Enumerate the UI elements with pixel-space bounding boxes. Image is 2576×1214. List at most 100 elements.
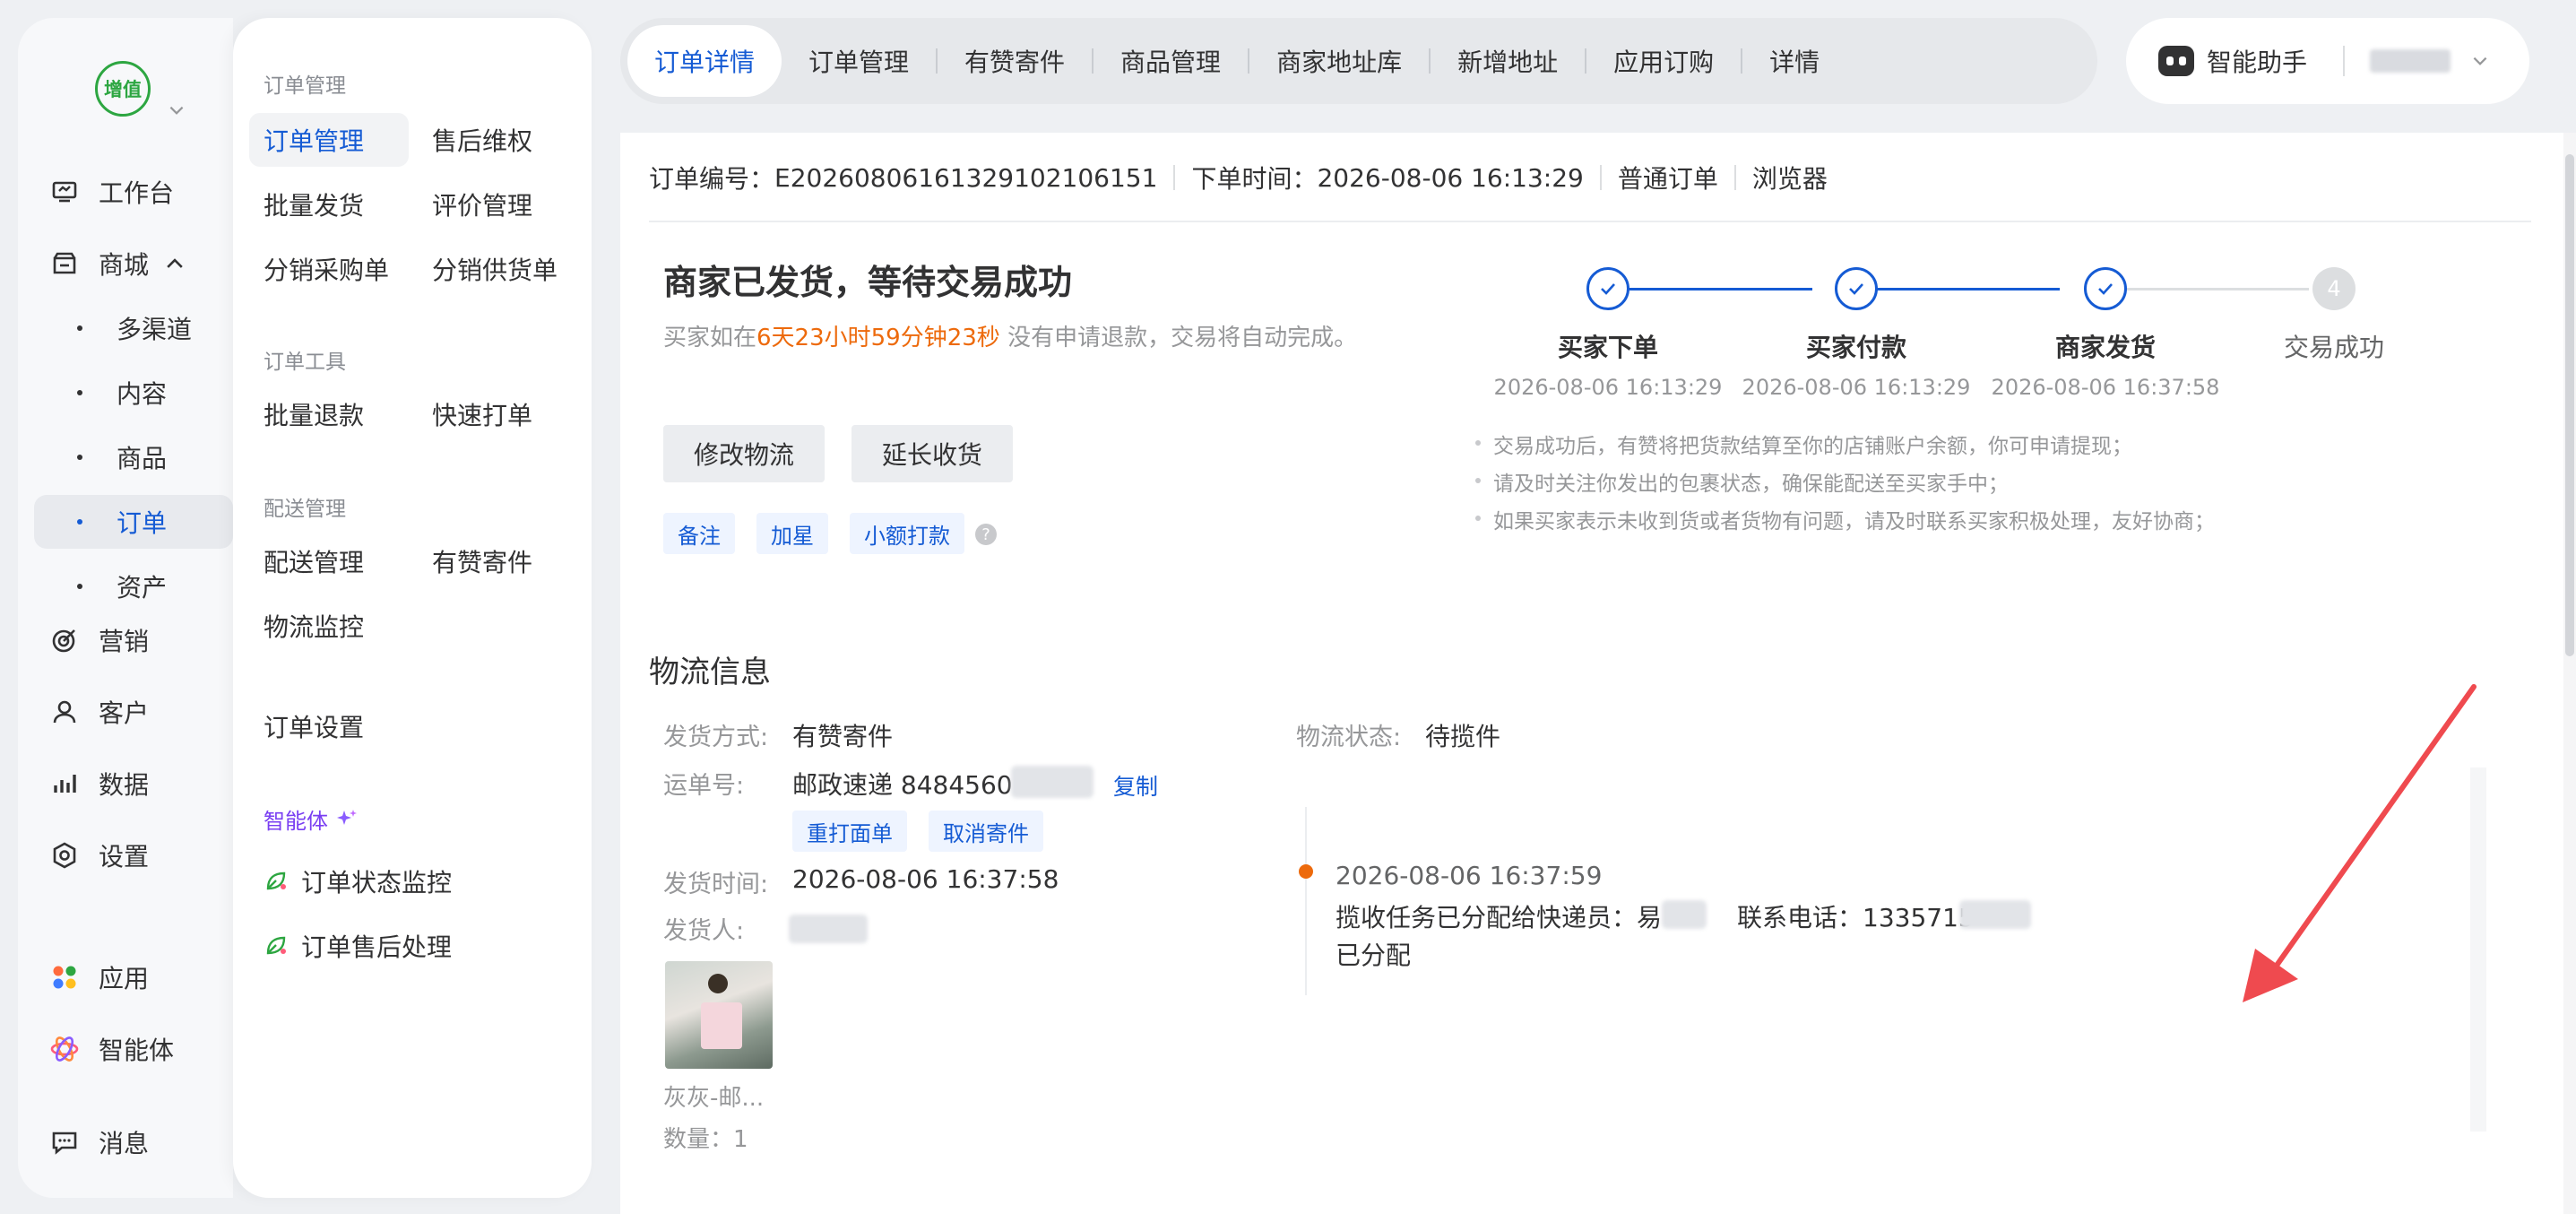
subnav-dist-supply[interactable]: 分销供货单 — [432, 242, 558, 296]
sparkle-icon — [337, 809, 357, 825]
redacted-phone — [1959, 900, 2031, 929]
ai-item-after-sales-handle[interactable]: 订单售后处理 — [264, 924, 452, 968]
sidebar-item-apps[interactable]: 应用 — [18, 950, 233, 1004]
chevron-down-icon[interactable] — [167, 100, 186, 120]
divider — [2343, 46, 2346, 76]
extend-receipt-button[interactable]: 延长收货 — [851, 425, 1014, 482]
step-number-4: 4 — [2312, 267, 2356, 310]
small-payment-button[interactable]: 小额打款 — [850, 513, 964, 554]
group-title-order-mgmt: 订单管理 — [264, 74, 346, 98]
subnav-order-settings[interactable]: 订单设置 — [264, 699, 364, 753]
product-qty: 数量：1 — [663, 1126, 748, 1153]
step-label-completed: 交易成功 — [2283, 333, 2384, 362]
step-time-shipped: 2026-08-06 16:37:58 — [1991, 375, 2220, 400]
reprint-label-button[interactable]: 重打面单 — [792, 811, 907, 852]
message-icon — [48, 1126, 81, 1158]
timeline-dot — [1299, 864, 1313, 879]
sidebar-item-messages[interactable]: 消息 — [18, 1115, 233, 1169]
order-time: 2026-08-06 16:13:29 — [1317, 162, 1584, 193]
sidebar-item-settings[interactable]: 设置 — [18, 828, 233, 882]
sidebar-item-workbench[interactable]: 工作台 — [18, 165, 233, 219]
tab-details[interactable]: 详情 — [1742, 25, 1846, 97]
shop-logo[interactable]: 增值 — [95, 61, 151, 117]
sidebar-item-agent[interactable]: 智能体 — [18, 1022, 233, 1076]
order-number: E20260806161329102106151 — [774, 162, 1158, 193]
tab-youzan-ship[interactable]: 有赞寄件 — [938, 25, 1092, 97]
order-status-desc: 买家如在6天23小时59分钟23秒 没有申请退款，交易将自动完成。 — [663, 325, 1358, 351]
step-label-paid: 买家付款 — [1805, 333, 1906, 362]
check-icon — [1835, 267, 1878, 310]
ai-leaf-icon — [266, 936, 286, 955]
sidebar-item-marketing[interactable]: 营销 — [18, 613, 233, 667]
atom-icon — [48, 1033, 81, 1065]
timeline-event-desc: 揽收任务已分配给快递员：易 — [1336, 903, 1663, 932]
tab-order-detail[interactable]: 订单详情 — [627, 25, 782, 97]
step-connector — [2126, 288, 2309, 290]
group-title-order-tools: 订单工具 — [264, 351, 346, 374]
order-detail-panel: 订单编号： E20260806161329102106151 下单时间： 202… — [620, 133, 2576, 1214]
product-thumbnail[interactable] — [665, 961, 773, 1069]
order-type: 普通订单 — [1617, 164, 1718, 194]
step-label-ordered: 买家下单 — [1557, 333, 1658, 362]
primary-sidebar: 增值 工作台 商城 多渠道 内容 商品 订单 资产 营销 客户 数据 设置 应用… — [18, 18, 233, 1198]
timeline-event-time: 2026-08-06 16:37:59 — [1336, 861, 1603, 890]
sidebar-subitem-orders[interactable]: 订单 — [34, 495, 233, 549]
sidebar-subitem-multichannel[interactable]: 多渠道 — [34, 301, 233, 355]
tab-order-mgmt[interactable]: 订单管理 — [782, 25, 936, 97]
subnav-after-sales[interactable]: 售后维权 — [432, 113, 532, 167]
modify-logistics-button[interactable]: 修改物流 — [663, 425, 826, 482]
check-icon — [2084, 267, 2127, 310]
page-tabs: 订单详情 订单管理 有赞寄件 商品管理 商家地址库 新增地址 应用订购 详情 — [620, 18, 2097, 104]
subnav-batch-refund[interactable]: 批量退款 — [264, 387, 364, 441]
sidebar-item-data[interactable]: 数据 — [18, 757, 233, 811]
subnav-dist-purchase[interactable]: 分销采购单 — [264, 242, 389, 296]
product-name[interactable]: 灰灰-邮... — [663, 1080, 764, 1113]
tab-address-book[interactable]: 商家地址库 — [1249, 25, 1429, 97]
sidebar-subitem-goods[interactable]: 商品 — [34, 430, 233, 484]
ai-item-order-status-monitor[interactable]: 订单状态监控 — [264, 859, 452, 904]
tab-goods-mgmt[interactable]: 商品管理 — [1094, 25, 1248, 97]
scrollbar-thumb[interactable] — [2565, 154, 2574, 656]
chevron-up-icon — [167, 258, 183, 268]
ai-leaf-icon — [266, 871, 286, 890]
workbench-icon — [48, 176, 81, 208]
target-icon — [48, 624, 81, 656]
order-meta: 订单编号： E20260806161329102106151 下单时间： 202… — [649, 160, 1828, 195]
help-icon[interactable]: ? — [975, 524, 997, 545]
cancel-shipment-button[interactable]: 取消寄件 — [929, 811, 1043, 852]
subnav-order-mgmt[interactable]: 订单管理 — [249, 113, 409, 167]
sidebar-item-customers[interactable]: 客户 — [18, 685, 233, 739]
ai-agent-group-title: 智能体 — [264, 803, 359, 835]
subnav-reviews[interactable]: 评价管理 — [432, 178, 532, 231]
redacted-shipper — [789, 915, 868, 943]
assistant-label[interactable]: 智能助手 — [2207, 43, 2307, 79]
subnav-logistics-monitor[interactable]: 物流监控 — [264, 599, 364, 653]
copy-link[interactable]: 复制 — [1113, 769, 1158, 802]
sidebar-item-mall[interactable]: 商城 — [18, 237, 233, 290]
account-name-redacted[interactable] — [2370, 49, 2451, 73]
star-button[interactable]: 加星 — [756, 513, 828, 554]
divider — [649, 221, 2531, 222]
countdown: 6天23小时59分钟23秒 — [756, 325, 1000, 351]
check-icon — [1586, 267, 1629, 310]
subnav-youzan-ship[interactable]: 有赞寄件 — [432, 534, 532, 588]
step-time-paid: 2026-08-06 16:13:29 — [1742, 375, 1971, 400]
assistant-bar: 智能助手 — [2126, 18, 2529, 104]
remark-button[interactable]: 备注 — [663, 513, 735, 554]
subnav-quick-print[interactable]: 快速打单 — [432, 387, 532, 441]
store-icon — [48, 247, 81, 280]
gear-icon — [48, 839, 81, 871]
sidebar-subitem-assets[interactable]: 资产 — [34, 559, 233, 613]
tip-item: 请及时关注你发出的包裹状态，确保能配送至买家手中； — [1474, 466, 2215, 504]
sidebar-subitem-content[interactable]: 内容 — [34, 366, 233, 420]
order-source: 浏览器 — [1751, 164, 1828, 194]
subnav-delivery-mgmt[interactable]: 配送管理 — [264, 534, 364, 588]
chevron-down-icon[interactable] — [2470, 51, 2490, 71]
robot-icon[interactable] — [2158, 46, 2194, 76]
tip-item: 交易成功后，有赞将把货款结算至你的店铺账户余额，你可申请提现； — [1474, 429, 2215, 466]
subnav-batch-ship[interactable]: 批量发货 — [264, 178, 364, 231]
tab-new-address[interactable]: 新增地址 — [1431, 25, 1585, 97]
tab-app-subscribe[interactable]: 应用订购 — [1586, 25, 1741, 97]
step-connector — [1877, 288, 2060, 290]
logistics-section-title: 物流信息 — [649, 655, 771, 690]
